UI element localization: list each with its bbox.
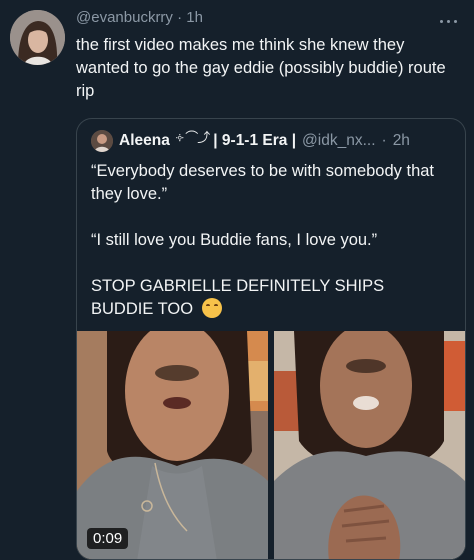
quote-author-name[interactable]: Aleena [119,132,170,150]
quote-author-era: | 9-1-1 Era | [213,132,297,149]
quote-paragraph: “I still love you Buddie fans, I love yo… [91,231,378,249]
author-avatar[interactable] [10,10,65,65]
quote-header: Aleena ༓ ⌒⤴ | 9-1-1 Era | @idk_nx... · 2… [91,130,410,152]
video-player[interactable]: 0:09 [77,331,465,559]
video-duration: 0:09 [87,528,129,549]
quote-author-avatar[interactable] [91,130,113,152]
quote-timestamp[interactable]: 2h [393,132,410,150]
quoted-tweet[interactable]: Aleena ༓ ⌒⤴ | 9-1-1 Era | @idk_nx... · 2… [76,118,466,560]
quote-text: “Everybody deserves to be with somebody … [91,160,451,344]
quote-paragraph-text: STOP GABRIELLE DEFINITELY SHIPS BUDDIE T… [91,277,385,318]
quote-paragraph: STOP GABRIELLE DEFINITELY SHIPS BUDDIE T… [91,275,451,321]
tweet-text: the first video makes me think she knew … [76,36,446,100]
tweet-header: @evanbuckrry · 1h [76,9,203,26]
tweet-timestamp[interactable]: 1h [186,9,203,26]
video-frame [274,331,465,559]
quote-author-handle[interactable]: @idk_nx... [302,132,375,150]
shushing-face-emoji [201,298,222,318]
video-frame: 0:09 [77,331,268,559]
quote-separator: · [381,132,387,149]
header-separator: · [177,9,183,26]
more-options-icon[interactable] [438,10,460,23]
name-decoration: ༓ ⌒⤴ [175,129,210,145]
author-handle[interactable]: @evanbuckrry [76,9,173,26]
quote-paragraph: “Everybody deserves to be with somebody … [91,162,435,203]
